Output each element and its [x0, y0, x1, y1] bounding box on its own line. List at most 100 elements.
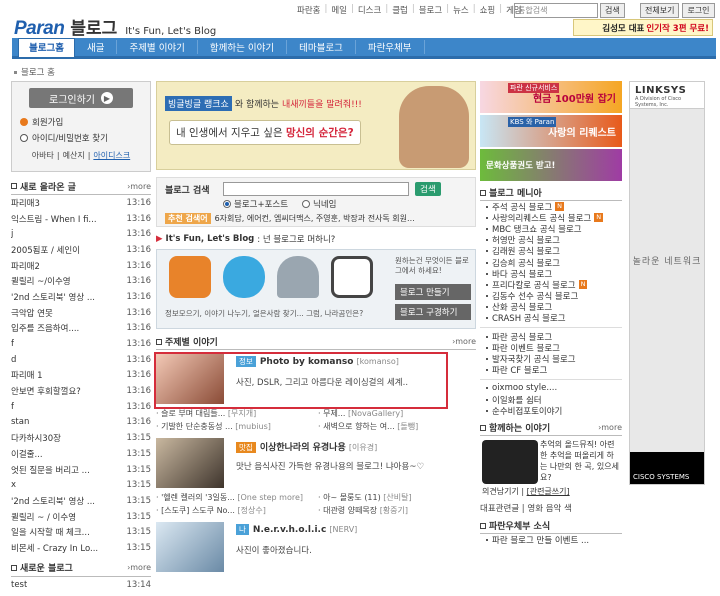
list-item[interactable]: 비몬세 - Crazy In Lo... 13:15 [11, 540, 151, 556]
list-item[interactable]: 파리매3 13:16 [11, 195, 151, 211]
nav-together-stories[interactable]: 함께하는 이야기 [198, 40, 288, 54]
list-item[interactable]: 2005됨포 / 세인이 13:16 [11, 242, 151, 258]
blog-link[interactable]: 바다 공식 블로그 [480, 268, 622, 280]
list-item[interactable]: 퀼릴리 ~/이수영 13:16 [11, 273, 151, 289]
blog-link[interactable]: 주석 공식 블로그 N [480, 201, 622, 213]
top-link-home[interactable]: 파란홈 [297, 4, 320, 16]
blog-search-input[interactable] [223, 182, 409, 196]
blog-link[interactable]: oixmoo style.... [480, 383, 622, 394]
new-posts-more[interactable]: ›more [127, 182, 151, 191]
sublink[interactable]: · [스도쿠] 스도쿠 No... [정상수] [156, 505, 314, 518]
blog-link[interactable]: 이일화를 쉼터 [480, 394, 622, 406]
join-link[interactable]: 회원가입 [18, 116, 144, 128]
login-button[interactable]: 로그인하기 ▶ [29, 88, 133, 108]
cash-event-ad[interactable]: 파란 신규서비스 현금 100만원 잡기 [480, 81, 622, 113]
list-item[interactable]: test 13:14 [11, 577, 151, 593]
login-top-button[interactable]: 로그인 [682, 3, 715, 18]
top-link-shopping[interactable]: 쇼핑 [480, 4, 496, 16]
view-all-button[interactable]: 전체보기 [640, 3, 680, 18]
blog-link[interactable]: CRASH 공식 블로그 [480, 313, 622, 324]
logo[interactable]: Paran 블로그 It's Fun, Let's Blog [14, 14, 216, 40]
feature-item[interactable]: 나 N.e.r.v.h.o.l.i.c [NERV] 사진이 좋아졌습니다. [156, 522, 476, 576]
top-link-disk[interactable]: 디스크 [358, 4, 381, 16]
blog-link[interactable]: 김동수 선수 공식 블로그 [480, 291, 622, 302]
make-blog-button[interactable]: 블로그 만들기 [395, 284, 471, 300]
list-item[interactable]: f 13:16 [11, 336, 151, 352]
list-item[interactable]: 퀼릴리 ~ / 이수영 13:15 [11, 509, 151, 525]
sublink[interactable]: · 기발한 단순충동성 ... [mubius] [156, 421, 314, 434]
blog-search-button[interactable]: 검색 [415, 182, 441, 196]
sublink[interactable]: · 새벽으로 향하는 여... [돌뺑] [318, 421, 476, 434]
option-blog-post[interactable]: 블로그+포스트 [223, 198, 288, 210]
browse-blog-button[interactable]: 블로그 구경하기 [395, 304, 471, 320]
new-blogs-more[interactable]: ›more [127, 563, 151, 572]
nav-mailman[interactable]: 파란우체부 [356, 40, 425, 54]
sublink[interactable]: · 슬로 부며 대림들... [무지개] [156, 408, 314, 421]
blog-link[interactable]: 사랑의리퀘스트 공식 블로그 N [480, 212, 622, 224]
mailman-item[interactable]: 파란 블로그 만들 이벤트 ... [480, 534, 622, 546]
feature-thumbnail[interactable] [156, 522, 224, 572]
list-item[interactable]: 파리매 1 13:16 [11, 368, 151, 384]
list-item[interactable]: '2nd 스토리북' 영상 ... 13:15 [11, 493, 151, 509]
idisk-link[interactable]: 아이디스크 [93, 150, 130, 161]
recommended-text[interactable]: 6자회담, 에어컨, 엠씨더맥스, 주영훈, 박장과 전사독 회원... [215, 213, 415, 224]
rank-ad[interactable]: 문화상품권도 받고! [480, 149, 622, 181]
list-item[interactable]: 극악압 연못 13:16 [11, 305, 151, 321]
top-link-blog[interactable]: 블로그 [419, 4, 442, 16]
rank-show-ad[interactable]: 빙글빙글 랭크쇼 와 함께하는 내새끼들을 말려줘!!! 내 인생에서 지우고 싶… [156, 81, 476, 170]
feature-thumbnail[interactable] [156, 438, 224, 488]
side-banner-ad[interactable]: LINKSYS A Division of Cisco Systems, Inc… [629, 81, 705, 485]
list-item[interactable]: 다카하시30장 13:15 [11, 430, 151, 446]
list-item[interactable]: 일을 시작할 때 체크... 13:15 [11, 524, 151, 540]
related-links[interactable]: 대표관련글 | 영화 음악 색 [480, 502, 622, 514]
related-post-link[interactable]: [관련글쓰기] [527, 487, 570, 496]
sublink[interactable]: · 대관령 양떼목장 [황중기] [318, 505, 476, 518]
avatar-link[interactable]: 아바타 [32, 150, 54, 161]
feature-item[interactable]: 맛집 이상한나라의 유경나용 [이유경] 맛난 음식사진 가득한 유경나용의 블로… [156, 438, 476, 492]
request-ad[interactable]: KBS 와 Paran 사랑의 리퀘스트 [480, 115, 622, 147]
blog-link[interactable]: 파란 공식 블로그 [480, 331, 622, 343]
search-input[interactable]: 통합검색 [514, 3, 598, 18]
sublink[interactable]: · 무제... [NovaGallery] [318, 408, 476, 421]
list-item[interactable]: x 13:15 [11, 477, 151, 493]
together-more[interactable]: ›more [598, 423, 622, 432]
list-item[interactable]: d 13:16 [11, 352, 151, 368]
list-item[interactable]: 안보면 후회할껄요? 13:16 [11, 383, 151, 399]
blog-link[interactable]: MBC 탱크쇼 공식 블로그 [480, 223, 622, 235]
blog-link[interactable]: 김승희 공식 블로그 [480, 257, 622, 269]
nav-blog-home[interactable]: 블로그홈 [18, 37, 75, 57]
nav-theme-blog[interactable]: 테마블로그 [287, 40, 356, 54]
theme-more[interactable]: ›more [452, 337, 476, 346]
top-link-mail[interactable]: 메일 [331, 4, 347, 16]
opinion-link[interactable]: 의견남기기 [482, 487, 519, 496]
list-item[interactable]: 엇된 질문을 버리고 ... 13:15 [11, 462, 151, 478]
list-item[interactable]: stan 13:16 [11, 415, 151, 431]
top-link-news[interactable]: 뉴스 [453, 4, 469, 16]
option-nickname[interactable]: 닉네임 [302, 198, 337, 210]
nav-topic-stories[interactable]: 주제별 이야기 [117, 40, 198, 54]
list-item[interactable]: 입주를 즈음하여.... 13:16 [11, 321, 151, 337]
blog-link[interactable]: 김래원 공식 블로그 [480, 246, 622, 257]
blog-link[interactable]: 허영만 공식 블로그 [480, 235, 622, 246]
budget-link[interactable]: 예산지 [63, 150, 85, 161]
search-button[interactable]: 검색 [600, 3, 625, 18]
blog-link[interactable]: 순수비접포토이야기 [480, 405, 622, 417]
top-banner-ad[interactable]: 김성모 대표 인기작 3편 무료! [573, 19, 713, 36]
list-item[interactable]: 이걸줄... 13:15 [11, 446, 151, 462]
nav-new-posts[interactable]: 새글 [75, 40, 118, 54]
together-item[interactable]: 추억의 올드뮤직! 아련한 추억을 떠올리게 하는 나만의 한 곡, 있으세요?… [480, 440, 622, 500]
top-link-club[interactable]: 클럽 [392, 4, 408, 16]
blog-link[interactable]: 프리다칼로 공식 블로그 N [480, 279, 622, 291]
blog-link[interactable]: 발자국찾기 공식 블로그 [480, 353, 622, 365]
blog-link[interactable]: 산화 공식 블로그 [480, 302, 622, 313]
blog-link[interactable]: 파란 이벤트 블로그 [480, 342, 622, 354]
find-id-link[interactable]: 아이디/비밀번호 찾기 [18, 132, 144, 144]
list-item[interactable]: j 13:16 [11, 226, 151, 242]
sublink[interactable]: · '헬렌 켈러의 '3일동... [One step more] [156, 492, 314, 505]
list-item[interactable]: 파리매2 13:16 [11, 258, 151, 274]
list-item[interactable]: 익스트림 - When I fi... 13:16 [11, 211, 151, 227]
blog-link[interactable]: 파란 CF 블로그 [480, 365, 622, 376]
list-item[interactable]: '2nd 스토리북' 영상 ... 13:16 [11, 289, 151, 305]
list-item[interactable]: f 13:16 [11, 399, 151, 415]
sublink[interactable]: · 아~ 몰룽도 (11) [산비탈] [318, 492, 476, 505]
